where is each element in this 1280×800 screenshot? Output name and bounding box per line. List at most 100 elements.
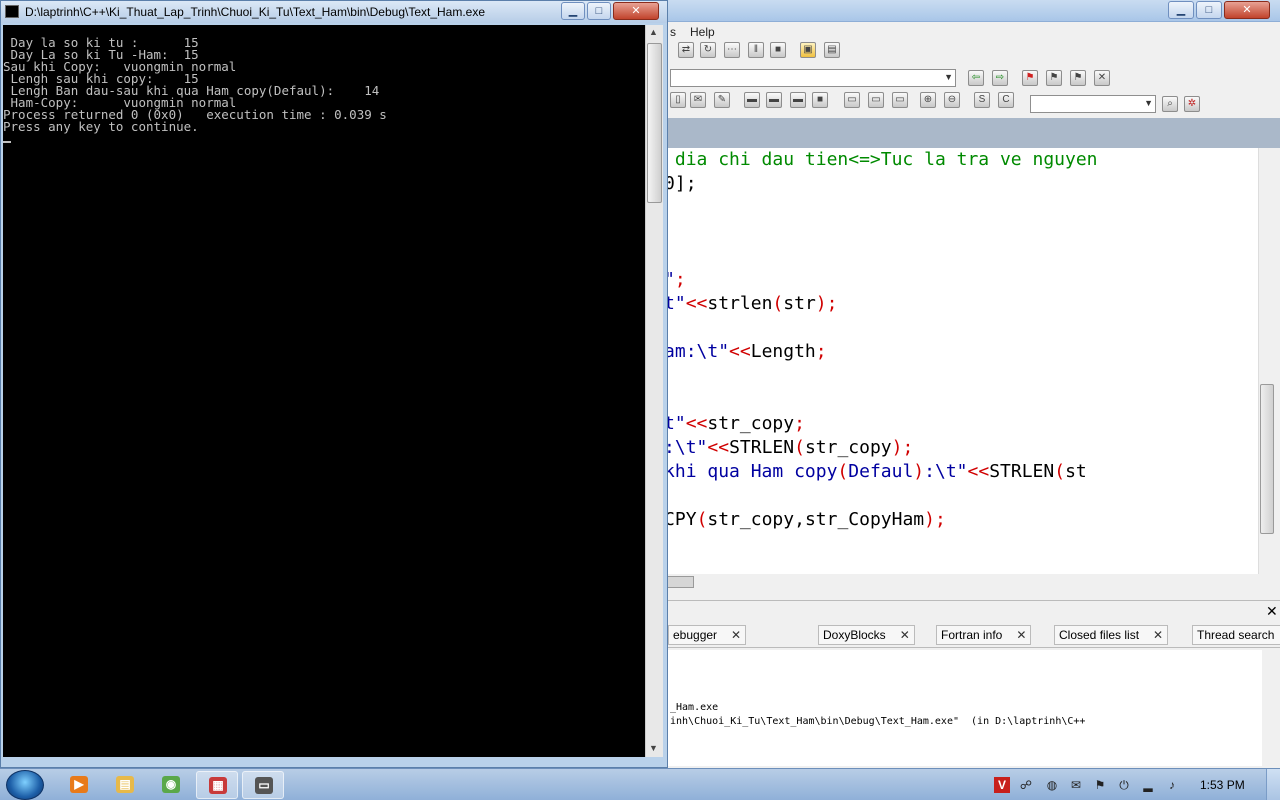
debug-step-icon[interactable]: ⇄ xyxy=(678,42,694,58)
bookmark-clear-icon[interactable]: ✕ xyxy=(1094,70,1110,86)
ide-window: ▁ □ ✕ s Help ⇄ ↻ ⋯ ‖ ■ ▣ ▤ ▼ ⇦ ⇨ ⚑ ⚑ ⚑ ✕… xyxy=(600,0,1280,768)
code-token: strlen xyxy=(707,293,773,314)
taskbar-button[interactable]: ▶ xyxy=(58,771,100,799)
code-editor[interactable]: tra ve dia chi dau tien<=>Tuc la tra ve … xyxy=(600,148,1262,578)
console-vertical-scrollbar[interactable]: ▲ ▼ xyxy=(645,25,663,757)
code-token: tra ve dia chi dau tien<=>Tuc la tra ve … xyxy=(600,149,1098,170)
console-window: D:\laptrinh\C++\Ki_Thuat_Lap_Trinh\Chuoi… xyxy=(0,0,668,768)
close-tab-icon[interactable]: ✕ xyxy=(900,628,910,642)
debug-windows-icon[interactable]: ▣ xyxy=(800,42,816,58)
bookmark-toggle-icon[interactable]: ⚑ xyxy=(1022,70,1038,86)
info-icon[interactable]: ▤ xyxy=(824,42,840,58)
log-tab[interactable]: Thread search✕ xyxy=(1192,625,1280,645)
network-share-icon[interactable]: ☍ xyxy=(1018,777,1034,793)
editor-hscroll-thumb[interactable] xyxy=(666,576,694,588)
clock[interactable]: 1:53 PM xyxy=(1200,778,1245,792)
zoom-out-icon[interactable]: ⊖ xyxy=(944,92,960,108)
volume-icon[interactable]: ♪ xyxy=(1164,777,1180,793)
console-output[interactable]: Day la so ki tu : 15 Day La so ki Tu -Ha… xyxy=(3,25,645,757)
scroll-up-arrow-icon[interactable]: ▲ xyxy=(649,27,658,37)
code-token: << xyxy=(685,293,708,314)
stop-icon[interactable]: ■ xyxy=(770,42,786,58)
frame-1-icon[interactable]: ▭ xyxy=(844,92,860,108)
ide-close-button[interactable]: ✕ xyxy=(1224,1,1270,19)
block-1-icon[interactable]: ▬ xyxy=(744,92,760,108)
log-line: _Ham.exe xyxy=(670,702,719,713)
console-app-icon xyxy=(5,5,19,18)
scroll-down-arrow-icon[interactable]: ▼ xyxy=(649,743,658,753)
editor-horizontal-scrollbar[interactable] xyxy=(666,574,1260,590)
forward-arrow-icon[interactable]: ⇨ xyxy=(992,70,1008,86)
logs-close-icon[interactable]: ✕ xyxy=(1266,603,1278,620)
start-button[interactable] xyxy=(6,770,44,800)
close-tab-icon[interactable]: ✕ xyxy=(1153,628,1163,642)
code-token: str_copy xyxy=(707,413,795,434)
log-tab[interactable]: DoxyBlocks ✕ xyxy=(818,625,915,645)
console-close-button[interactable]: ✕ xyxy=(613,2,659,20)
mail-icon[interactable]: ✉ xyxy=(690,92,706,108)
chat-icon[interactable]: ✉ xyxy=(1068,777,1084,793)
antivirus-icon[interactable]: V xyxy=(994,777,1010,793)
debug-break-icon[interactable]: ⋯ xyxy=(724,42,740,58)
media-player-icon: ▶ xyxy=(70,776,88,793)
taskbar-button[interactable]: ▤ xyxy=(104,771,146,799)
code-token: ( xyxy=(696,509,708,530)
console-maximize-button[interactable]: □ xyxy=(587,2,611,20)
code-token: ; xyxy=(674,269,686,290)
bookmark-next-icon[interactable]: ⚑ xyxy=(1070,70,1086,86)
settings-icon[interactable]: ✲ xyxy=(1184,96,1200,112)
s-icon[interactable]: S xyxy=(974,92,990,108)
debug-next-icon[interactable]: ↻ xyxy=(700,42,716,58)
close-tab-icon[interactable]: ✕ xyxy=(1016,628,1026,642)
debug-toolbar: ⇄ ↻ ⋯ ‖ ■ ▣ ▤ xyxy=(600,42,1280,66)
frame-3-icon[interactable]: ▭ xyxy=(892,92,908,108)
power-icon[interactable]: ⏻ xyxy=(1116,777,1132,793)
back-arrow-icon[interactable]: ⇦ xyxy=(968,70,984,86)
editor-vertical-scrollbar[interactable] xyxy=(1258,148,1276,578)
pause-icon[interactable]: ‖ xyxy=(748,42,764,58)
scope-combo[interactable]: ▼ xyxy=(670,69,956,87)
flag-icon[interactable]: ⚑ xyxy=(1092,777,1108,793)
signal-icon[interactable]: ▂ xyxy=(1140,777,1156,793)
console-title: D:\laptrinh\C++\Ki_Thuat_Lap_Trinh\Chuoi… xyxy=(25,5,486,19)
zoom-in-icon[interactable]: ⊕ xyxy=(920,92,936,108)
console-titlebar[interactable]: D:\laptrinh\C++\Ki_Thuat_Lap_Trinh\Chuoi… xyxy=(1,1,667,23)
c-icon[interactable]: C xyxy=(998,92,1014,108)
console-minimize-button[interactable]: ▁ xyxy=(561,2,585,20)
ide-maximize-button[interactable]: □ xyxy=(1196,1,1222,19)
code-token: STRLEN xyxy=(989,461,1055,482)
show-desktop-button[interactable] xyxy=(1266,769,1280,800)
log-tab[interactable]: Fortran info ✕ xyxy=(936,625,1032,645)
editor-scroll-thumb[interactable] xyxy=(1260,384,1274,534)
block-4-icon[interactable]: ■ xyxy=(812,92,828,108)
search-combo[interactable]: ▼ xyxy=(1030,95,1156,113)
console-scroll-thumb[interactable] xyxy=(647,43,662,203)
code-token: str_copy,str_CopyHam xyxy=(707,509,925,530)
log-tab[interactable]: ebugger ✕ xyxy=(668,625,747,645)
code-token: ; xyxy=(815,341,827,362)
taskbar-button[interactable]: ▦ xyxy=(196,771,238,799)
code-line: u-sau khi qua Ham copy(Defaul):\t"<<STRL… xyxy=(601,460,1087,484)
menu-item-help[interactable]: Help xyxy=(690,25,715,39)
ide-titlebar[interactable]: ▁ □ ✕ xyxy=(600,0,1280,22)
log-tab-label: Fortran info xyxy=(941,628,1003,642)
bookmark-prev-icon[interactable]: ⚑ xyxy=(1046,70,1062,86)
code-line: tra ve dia chi dau tien<=>Tuc la tra ve … xyxy=(600,148,1098,172)
menu-item-partial[interactable]: s xyxy=(670,25,676,39)
ide-minimize-button[interactable]: ▁ xyxy=(1168,1,1194,19)
taskbar-button[interactable]: ◉ xyxy=(150,771,192,799)
frame-2-icon[interactable]: ▭ xyxy=(868,92,884,108)
code-token: STRLEN xyxy=(729,437,795,458)
file-icon[interactable]: ▯ xyxy=(670,92,686,108)
block-2-icon[interactable]: ▬ xyxy=(766,92,782,108)
search-icon[interactable]: ⌕ xyxy=(1162,96,1178,112)
log-tab-label: DoxyBlocks xyxy=(823,628,886,642)
code-token: << xyxy=(729,341,751,362)
close-tab-icon[interactable]: ✕ xyxy=(731,628,741,642)
log-tab[interactable]: Closed files list ✕ xyxy=(1054,625,1169,645)
edit-icon[interactable]: ✎ xyxy=(714,92,730,108)
block-3-icon[interactable]: ▬ xyxy=(790,92,806,108)
console-line: Press any key to continue. xyxy=(3,119,199,134)
taskbar-button[interactable]: ▭ xyxy=(242,771,284,799)
globe-icon[interactable]: ◍ xyxy=(1044,777,1060,793)
